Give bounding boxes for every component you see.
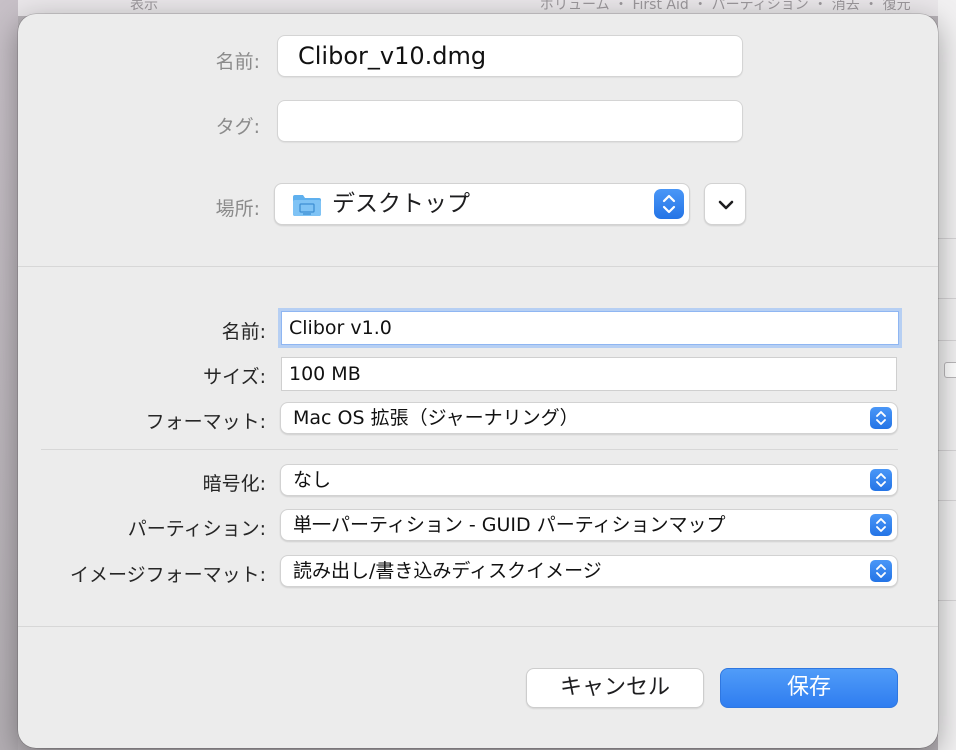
encryption-value: なし — [293, 469, 332, 491]
format-popup[interactable]: Mac OS 拡張（ジャーナリング） — [280, 402, 898, 434]
folder-icon — [292, 193, 322, 217]
size-input[interactable]: 100 MB — [281, 357, 897, 391]
tags-input[interactable] — [277, 100, 743, 142]
location-stepper-icon — [654, 189, 684, 219]
file-name-input[interactable]: Clibor_v10.dmg — [277, 35, 743, 77]
location-value: デスクトップ — [332, 191, 470, 217]
size-label: サイズ: — [203, 366, 266, 388]
background-window-content — [938, 0, 956, 750]
name-label: 名前: — [215, 51, 260, 73]
partition-popup[interactable]: 単一パーティション - GUID パーティションマップ — [280, 509, 898, 541]
image-format-label: イメージフォーマット: — [69, 564, 266, 586]
footer-divider — [18, 626, 938, 627]
format-value: Mac OS 拡張（ジャーナリング） — [293, 407, 579, 429]
volume-name-input[interactable]: Clibor v1.0 — [281, 311, 899, 345]
image-format-stepper-icon — [870, 560, 892, 582]
partition-value: 単一パーティション - GUID パーティションマップ — [293, 514, 726, 536]
background-toolbar-text-right: ボリューム ・ First Aid ・ パーティション ・ 消去 ・ 復元 — [540, 0, 911, 13]
format-label: フォーマット: — [145, 411, 266, 433]
cancel-button[interactable]: キャンセル — [526, 668, 704, 708]
section-divider — [18, 266, 938, 267]
background-window-sidebar — [0, 0, 18, 750]
encryption-label: 暗号化: — [202, 473, 266, 495]
chevron-down-icon — [718, 200, 734, 210]
background-toolbar-text-left: 表示 — [130, 0, 158, 13]
encryption-stepper-icon — [870, 469, 892, 491]
expand-dialog-button[interactable] — [704, 183, 746, 225]
image-format-popup[interactable]: 読み出し/書き込みディスクイメージ — [280, 555, 898, 587]
save-button[interactable]: 保存 — [720, 668, 898, 708]
location-popup[interactable]: デスクトップ — [274, 183, 690, 225]
location-label: 場所: — [215, 198, 260, 220]
image-format-value: 読み出し/書き込みディスクイメージ — [293, 560, 602, 582]
partition-stepper-icon — [870, 514, 892, 536]
save-dialog-sheet: 名前: Clibor_v10.dmg タグ: 場所: デスクトップ 名前: Cl… — [18, 14, 938, 748]
encryption-popup[interactable]: なし — [280, 464, 898, 496]
format-stepper-icon — [870, 407, 892, 429]
volume-name-label: 名前: — [221, 321, 266, 343]
options-divider — [41, 449, 898, 450]
tags-label: タグ: — [215, 116, 260, 138]
background-checkbox — [944, 362, 956, 378]
partition-label: パーティション: — [127, 518, 266, 540]
